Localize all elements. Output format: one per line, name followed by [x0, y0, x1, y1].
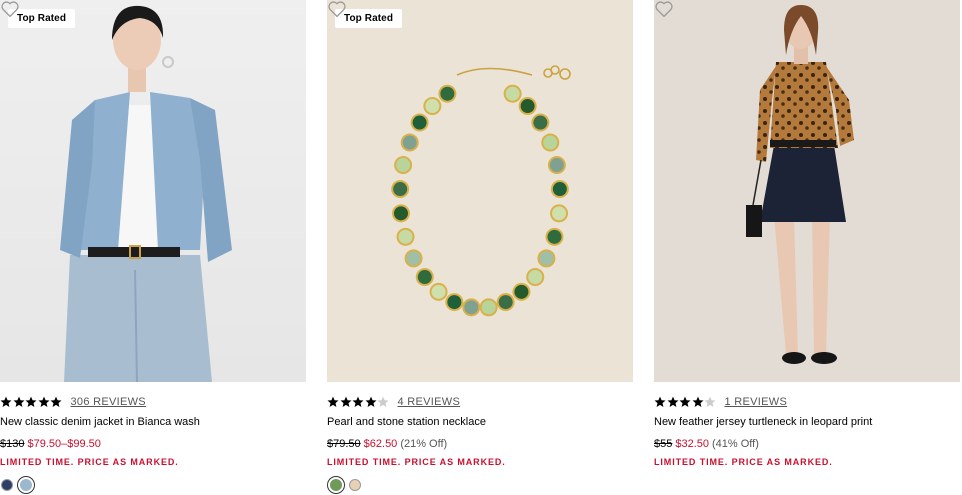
- reviews-link[interactable]: 306 REVIEWS: [71, 396, 146, 408]
- bead-stone: [417, 270, 432, 285]
- product-name[interactable]: New feather jersey turtleneck in leopard…: [654, 416, 872, 428]
- star-rating: [0, 396, 63, 408]
- star-filled-icon: [13, 396, 24, 407]
- bead-stone: [393, 182, 408, 197]
- price: $55 $32.50 (41% Off): [654, 438, 759, 450]
- bead-stone: [514, 284, 529, 299]
- bead-stone: [552, 182, 567, 197]
- bead-stone: [398, 229, 413, 244]
- bead-stone: [528, 270, 543, 285]
- product-card[interactable]: Top Rated 4 REVIEWS Pearl and stone stat…: [327, 0, 633, 495]
- star-filled-icon: [327, 396, 339, 407]
- bead-stone: [396, 158, 411, 173]
- bead-stone: [549, 158, 564, 173]
- bead-stone: [547, 229, 562, 244]
- bead-stone: [533, 115, 548, 130]
- bead-stone: [498, 295, 513, 310]
- bead-stone: [520, 99, 535, 114]
- bead-stone: [539, 251, 554, 266]
- color-swatches: [328, 477, 366, 493]
- product-card[interactable]: Top Rated 306 REVIEWS New classic denim …: [0, 0, 306, 495]
- product-image[interactable]: Top Rated: [0, 0, 306, 382]
- heart-icon[interactable]: [327, 0, 347, 18]
- star-filled-icon: [50, 396, 62, 407]
- bead-stone: [481, 300, 496, 315]
- product-card[interactable]: 1 REVIEWS New feather jersey turtleneck …: [654, 0, 960, 495]
- bead-stone: [440, 86, 455, 101]
- sale-price: $62.50: [363, 438, 398, 450]
- bead-stone: [425, 99, 440, 114]
- star-rating: [654, 396, 717, 408]
- product-name[interactable]: Pearl and stone station necklace: [327, 416, 486, 428]
- star-filled-icon: [667, 396, 678, 407]
- color-swatches: [1, 477, 39, 493]
- color-swatch[interactable]: [18, 477, 34, 493]
- star-filled-icon: [679, 396, 691, 407]
- bead-stone: [447, 295, 462, 310]
- bead-stone: [431, 284, 446, 299]
- rating: 4 REVIEWS: [327, 395, 460, 409]
- product-image[interactable]: [654, 0, 960, 382]
- star-filled-icon: [0, 396, 12, 407]
- product-image[interactable]: Top Rated: [327, 0, 633, 382]
- star-filled-icon: [340, 396, 351, 407]
- star-empty-icon: [377, 396, 389, 407]
- bead-stone: [543, 135, 558, 150]
- color-swatch[interactable]: [349, 479, 361, 491]
- heart-icon[interactable]: [654, 0, 674, 18]
- bead-stone: [406, 251, 421, 266]
- price: $79.50 $62.50 (21% Off): [327, 438, 447, 450]
- star-filled-icon: [25, 396, 37, 407]
- reviews-link[interactable]: 1 REVIEWS: [725, 396, 788, 408]
- bead-stone: [393, 206, 408, 221]
- star-empty-icon: [704, 396, 716, 407]
- color-swatch[interactable]: [1, 479, 13, 491]
- product-name[interactable]: New classic denim jacket in Bianca wash: [0, 416, 200, 428]
- sale-price: $79.50–$99.50: [27, 438, 101, 450]
- bead-stone: [552, 206, 567, 221]
- rating: 1 REVIEWS: [654, 395, 787, 409]
- bead-stone: [412, 115, 427, 130]
- star-filled-icon: [692, 396, 703, 407]
- star-filled-icon: [352, 396, 364, 407]
- original-price: $130: [0, 438, 25, 450]
- sale-price: $32.50: [675, 438, 710, 450]
- star-filled-icon: [38, 396, 49, 407]
- price: $130 $79.50–$99.50: [0, 438, 104, 450]
- discount-text: (21% Off): [400, 438, 448, 450]
- promo-text: LIMITED TIME. PRICE AS MARKED.: [327, 457, 506, 467]
- color-swatch[interactable]: [328, 477, 344, 493]
- discount-text: (41% Off): [712, 438, 759, 450]
- original-price: $55: [654, 438, 673, 450]
- original-price: $79.50: [327, 438, 361, 450]
- star-filled-icon: [654, 396, 666, 407]
- rating: 306 REVIEWS: [0, 395, 146, 409]
- bead-stone: [402, 135, 417, 150]
- star-filled-icon: [365, 396, 376, 407]
- bead-stone: [464, 300, 479, 315]
- star-rating: [327, 396, 390, 408]
- promo-text: LIMITED TIME. PRICE AS MARKED.: [0, 457, 179, 467]
- promo-text: LIMITED TIME. PRICE AS MARKED.: [654, 457, 833, 467]
- heart-icon[interactable]: [0, 0, 20, 18]
- reviews-link[interactable]: 4 REVIEWS: [398, 396, 461, 408]
- bead-stone: [505, 86, 520, 101]
